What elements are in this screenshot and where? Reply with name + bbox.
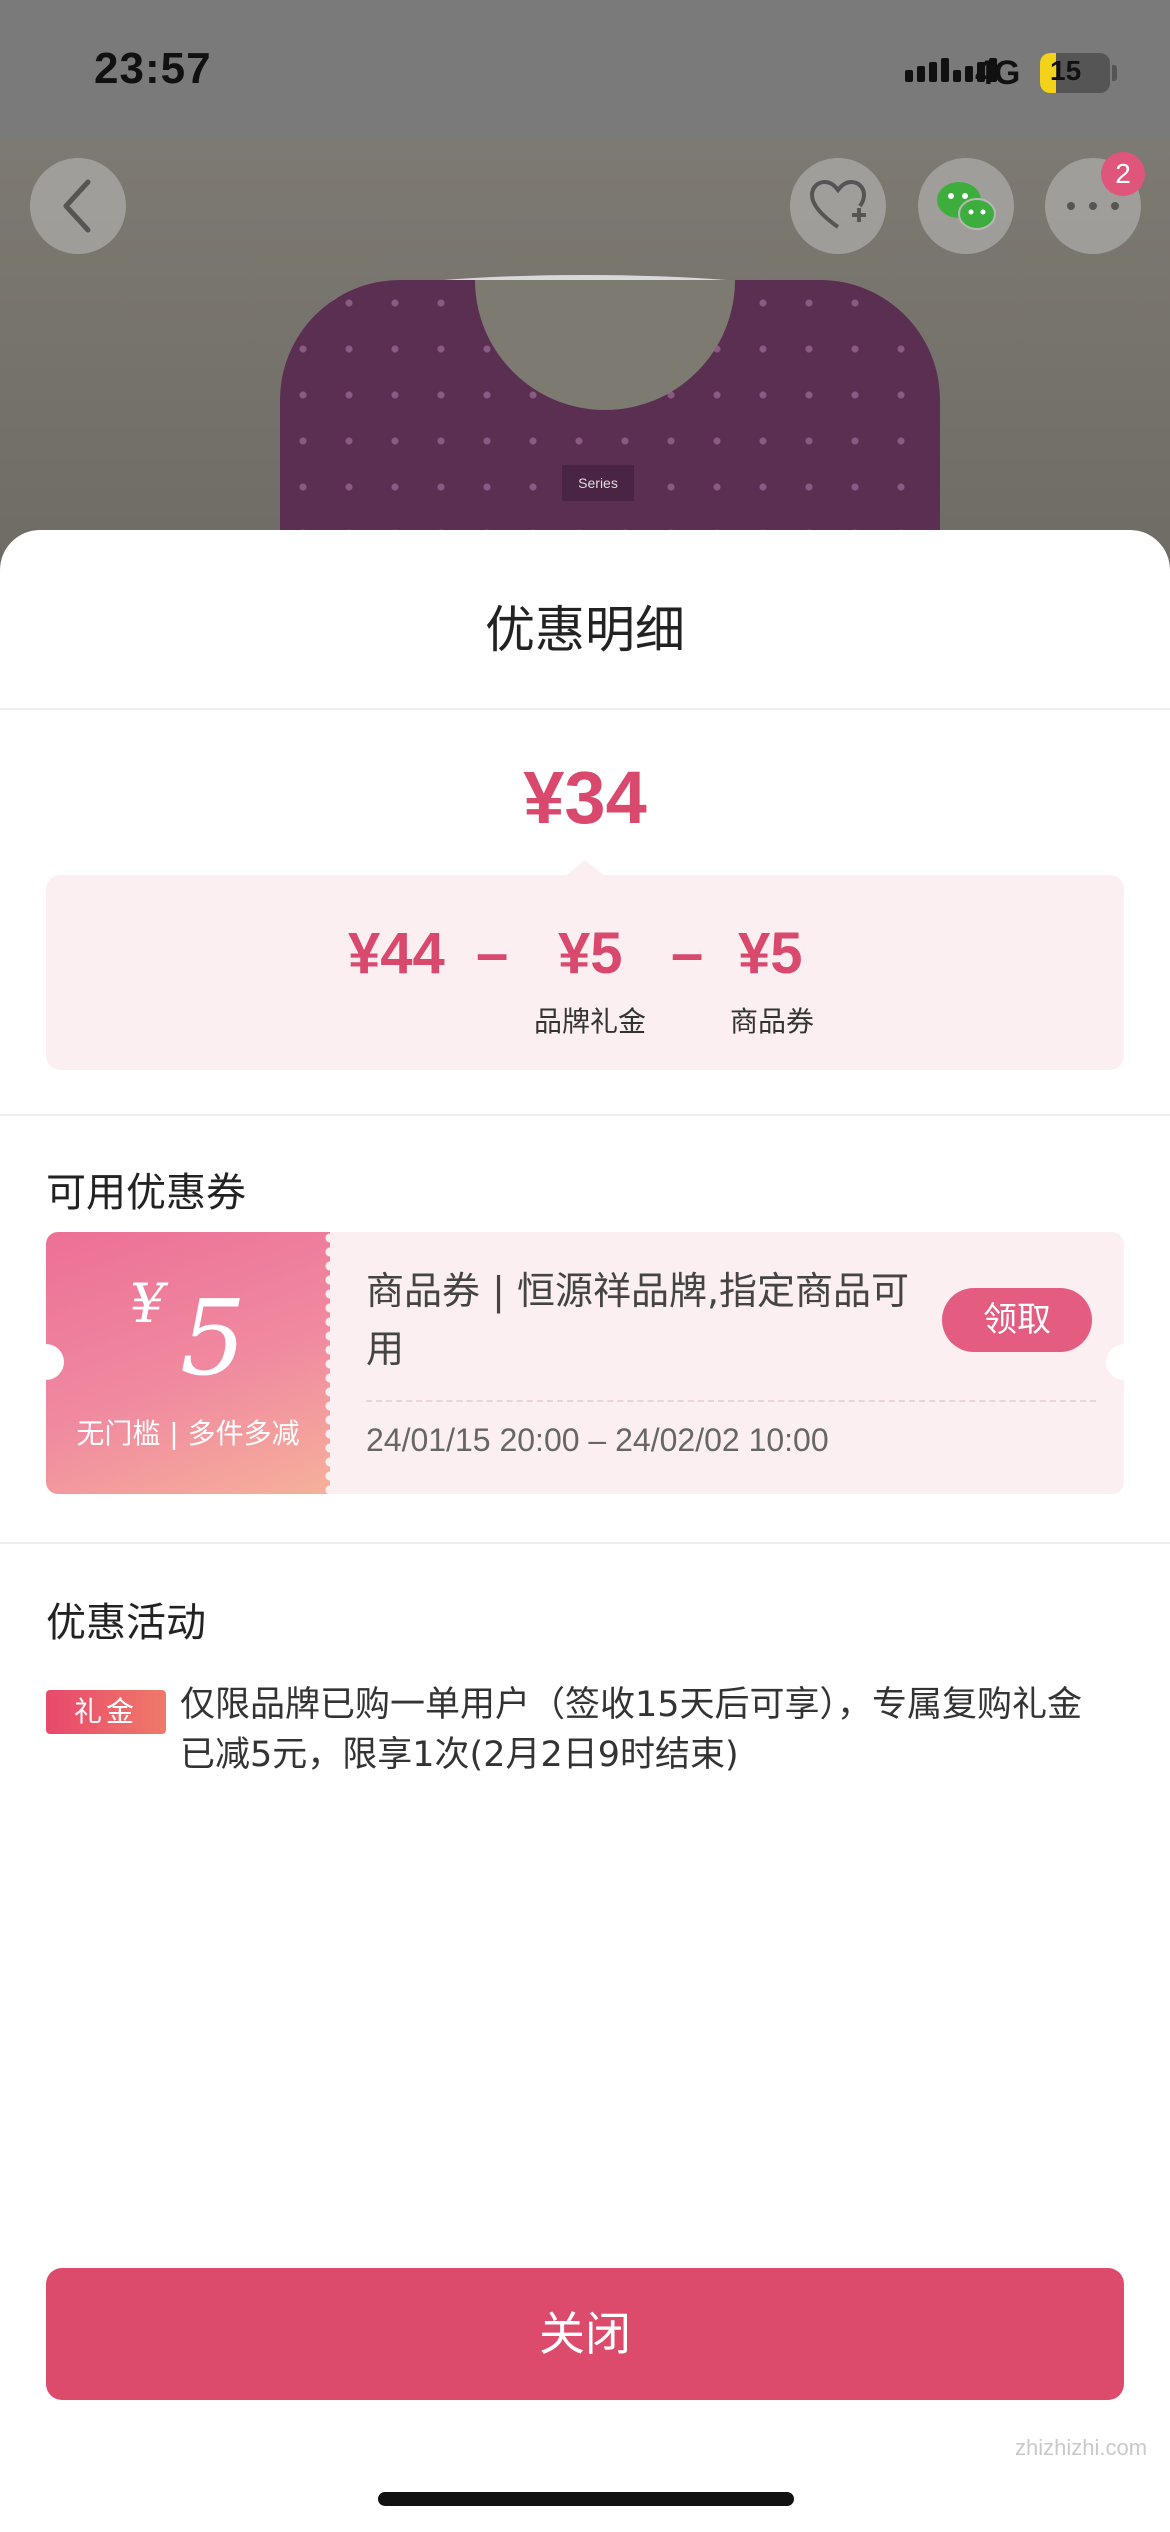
breakdown-pointer [565, 860, 605, 876]
price-breakdown: ¥44 – ¥5 品牌礼金 – ¥5 商品券 [46, 875, 1124, 1070]
wechat-share-button[interactable] [918, 158, 1014, 254]
battery-icon: 15 [1040, 53, 1110, 93]
battery-level: 15 [1050, 55, 1082, 86]
watermark: zhizhizhi.com [1015, 2435, 1148, 2460]
back-button[interactable] [30, 158, 126, 254]
coupon-notch [1106, 1344, 1142, 1380]
close-button[interactable]: 关闭 [46, 2268, 1124, 2400]
perforation [324, 1232, 336, 1494]
coupon-description: 商品券 | 恒源祥品牌,指定商品可用 [366, 1269, 910, 1371]
coupon-value: 5 [180, 1277, 247, 1399]
coupon-condition: 无门槛 | 多件多减 [76, 1417, 300, 1450]
divider [0, 1542, 1170, 1544]
heart-plus-icon [809, 179, 867, 229]
more-dots-icon [1067, 202, 1119, 210]
status-bar: 23:57 4G 15 [0, 0, 1170, 140]
coupon-card: ¥ 5 无门槛 | 多件多减 商品券 | 恒源祥品牌,指定商品可用 24/01/… [46, 1232, 1124, 1494]
coupon-divider [366, 1400, 1096, 1402]
divider [0, 708, 1170, 710]
home-indicator[interactable] [378, 2492, 794, 2506]
coupon-amount: ¥5 [738, 921, 803, 986]
status-time: 23:57 [94, 44, 212, 93]
favorite-button[interactable] [790, 158, 886, 254]
original-price: ¥44 [348, 921, 445, 986]
network-label: 4G [975, 54, 1021, 92]
activity-description: 仅限品牌已购一单用户（签收15天后可享），专属复购礼金已减5元，限享1次(2月2… [180, 1685, 1083, 1775]
coupons-section-title: 可用优惠券 [46, 1170, 246, 1216]
more-button[interactable]: 2 [1045, 152, 1145, 254]
wechat-icon [937, 182, 996, 230]
divider [0, 1114, 1170, 1116]
battery-tip [1112, 65, 1117, 81]
minus-sign: – [671, 921, 704, 986]
brand-gift-amount: ¥5 [558, 921, 623, 986]
chevron-left-icon [63, 179, 91, 233]
brand-gift-label: 品牌礼金 [534, 1005, 647, 1038]
coupon-label: 商品券 [730, 1005, 815, 1038]
sheet-title: 优惠明细 [485, 601, 685, 659]
minus-sign: – [476, 921, 509, 986]
activity-section-title: 优惠活动 [46, 1600, 206, 1646]
shirt-tag: Series [562, 465, 634, 501]
coupon-currency: ¥ [130, 1272, 165, 1335]
final-price: ¥34 [523, 756, 647, 839]
gift-tag: 礼金 [46, 1690, 166, 1734]
coupon-notch [28, 1344, 64, 1380]
discount-detail-sheet: 优惠明细 ¥34 ¥44 – ¥5 品牌礼金 – ¥5 商品券 可用优惠券 ¥ … [0, 530, 1170, 2532]
claim-coupon-button[interactable]: 领取 [942, 1288, 1092, 1352]
coupon-validity: 24/01/15 20:00 – 24/02/02 10:00 [366, 1422, 829, 1458]
coupon-value-panel: ¥ 5 无门槛 | 多件多减 [46, 1232, 336, 1494]
notification-badge: 2 [1101, 152, 1145, 196]
